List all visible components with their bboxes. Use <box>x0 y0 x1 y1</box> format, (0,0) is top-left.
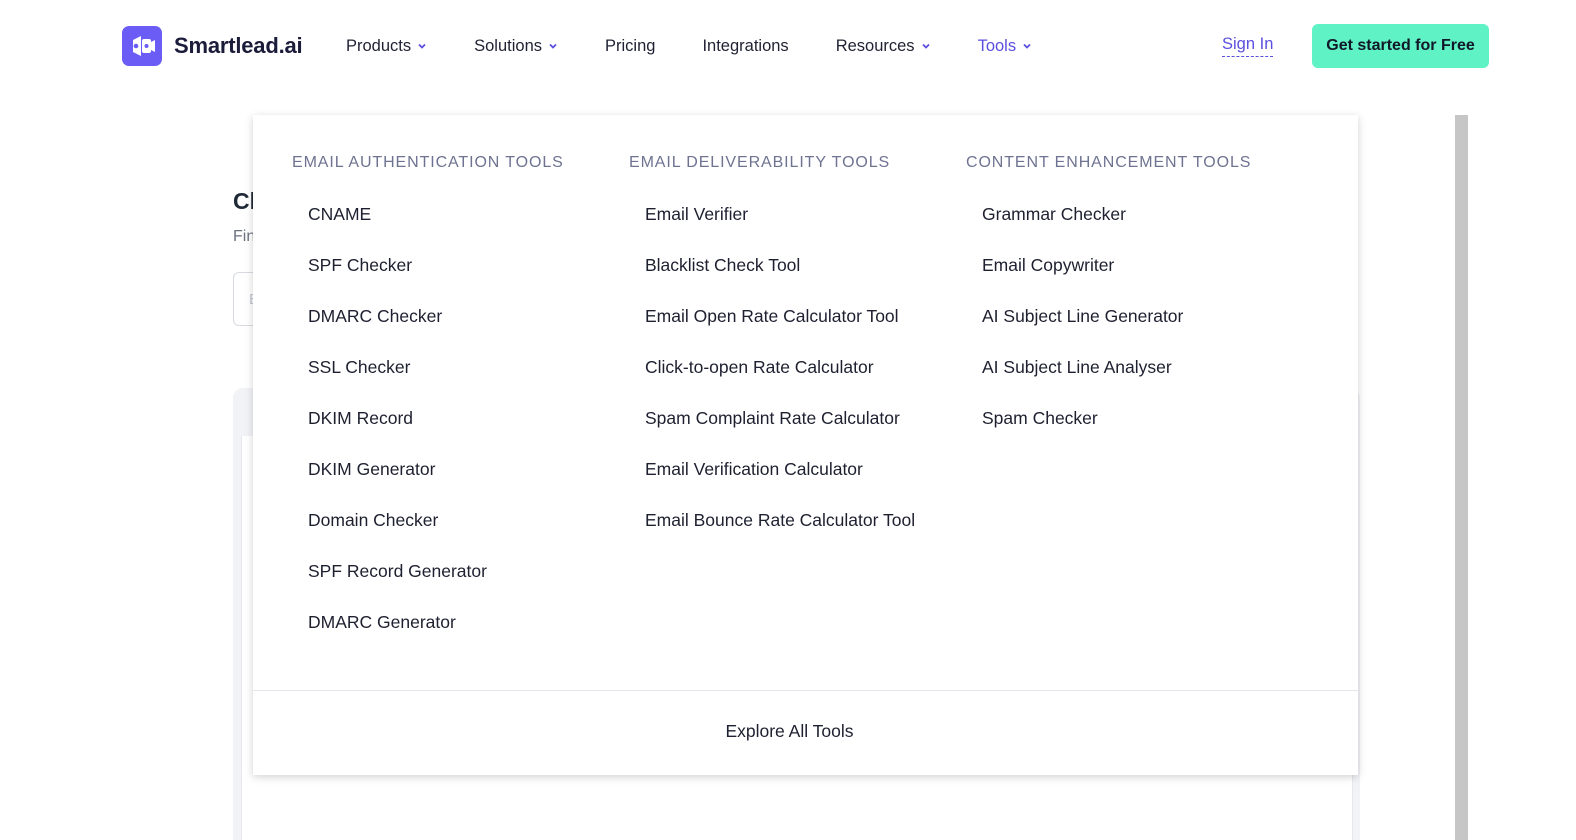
brand-name: Smartlead.ai <box>174 33 303 58</box>
page-scrollbar[interactable] <box>1455 115 1468 840</box>
nav-label: Tools <box>977 36 1017 55</box>
column-title: EMAIL DELIVERABILITY TOOLS <box>629 154 891 171</box>
menu-item-click-to-open-rate-calculator[interactable]: Click-to-open Rate Calculator <box>645 357 959 378</box>
menu-item-spf-record-generator[interactable]: SPF Record Generator <box>308 561 593 582</box>
menu-item-blacklist-check-tool[interactable]: Blacklist Check Tool <box>645 255 917 276</box>
menu-item-domain-checker[interactable]: Domain Checker <box>308 510 593 531</box>
menu-list: Email Verifier Blacklist Check Tool Emai… <box>629 204 959 531</box>
nav-item-resources[interactable]: Resources <box>836 37 931 56</box>
menu-divider <box>253 690 1358 691</box>
menu-item-ssl-checker[interactable]: SSL Checker <box>308 357 593 378</box>
nav-label: Resources <box>835 36 915 55</box>
menu-item-dmarc-checker[interactable]: DMARC Checker <box>308 306 593 327</box>
menu-item-spam-checker[interactable]: Spam Checker <box>982 408 1267 429</box>
chevron-down-icon <box>418 43 426 49</box>
menu-column-email-authentication: EMAIL AUTHENTICATION TOOLS CNAME SPF Che… <box>292 153 622 663</box>
column-title: CONTENT ENHANCEMENT TOOLS <box>966 154 1252 171</box>
get-started-button[interactable]: Get started for Free <box>1312 24 1489 68</box>
nav-item-pricing[interactable]: Pricing <box>605 37 655 56</box>
menu-item-ai-subject-line-analyser[interactable]: AI Subject Line Analyser <box>982 357 1267 378</box>
menu-column-content-enhancement: CONTENT ENHANCEMENT TOOLS Grammar Checke… <box>966 153 1296 459</box>
nav-label: Solutions <box>474 36 543 55</box>
menu-item-email-verification-calculator[interactable]: Email Verification Calculator <box>645 459 959 480</box>
nav-label: Pricing <box>605 36 656 55</box>
menu-item-dkim-record[interactable]: DKIM Record <box>308 408 593 429</box>
menu-item-spam-complaint-rate-calculator[interactable]: Spam Complaint Rate Calculator <box>645 408 959 429</box>
tools-dropdown-menu: EMAIL AUTHENTICATION TOOLS CNAME SPF Che… <box>253 115 1358 775</box>
menu-item-email-verifier[interactable]: Email Verifier <box>645 204 917 225</box>
chevron-down-icon <box>1023 43 1031 49</box>
nav-item-integrations[interactable]: Integrations <box>702 37 788 56</box>
menu-item-ai-subject-line-generator[interactable]: AI Subject Line Generator <box>982 306 1267 327</box>
menu-item-cname[interactable]: CNAME <box>308 204 593 225</box>
nav-label: Integrations <box>702 36 789 55</box>
explore-all-tools-link[interactable]: Explore All Tools <box>253 721 1326 742</box>
menu-item-email-copywriter[interactable]: Email Copywriter <box>982 255 1267 276</box>
menu-list: CNAME SPF Checker DMARC Checker SSL Chec… <box>292 204 622 633</box>
main-nav: Products Solutions Pricing Integrations … <box>346 32 1079 60</box>
nav-label: Products <box>346 36 412 55</box>
brand-logo[interactable]: Smartlead.ai <box>122 26 303 66</box>
menu-item-email-open-rate-calculator[interactable]: Email Open Rate Calculator Tool <box>645 306 917 327</box>
menu-list: Grammar Checker Email Copywriter AI Subj… <box>966 204 1296 429</box>
chevron-down-icon <box>549 43 557 49</box>
page-subtitle: Fin <box>233 228 256 245</box>
nav-item-products[interactable]: Products <box>346 37 427 56</box>
menu-item-grammar-checker[interactable]: Grammar Checker <box>982 204 1267 225</box>
nav-item-solutions[interactable]: Solutions <box>474 37 558 56</box>
site-header: Smartlead.ai Products Solutions Pricing … <box>0 0 1576 92</box>
sign-in-link[interactable]: Sign In <box>1222 35 1274 57</box>
nav-item-tools[interactable]: Tools <box>978 37 1033 56</box>
menu-item-dkim-generator[interactable]: DKIM Generator <box>308 459 593 480</box>
chevron-down-icon <box>921 43 930 49</box>
menu-item-email-bounce-rate-calculator[interactable]: Email Bounce Rate Calculator Tool <box>645 510 917 531</box>
column-title: EMAIL AUTHENTICATION TOOLS <box>292 154 564 171</box>
menu-item-dmarc-generator[interactable]: DMARC Generator <box>308 612 593 633</box>
smartlead-logo-icon <box>122 26 162 66</box>
menu-column-email-deliverability: EMAIL DELIVERABILITY TOOLS Email Verifie… <box>629 153 959 561</box>
menu-item-spf-checker[interactable]: SPF Checker <box>308 255 593 276</box>
